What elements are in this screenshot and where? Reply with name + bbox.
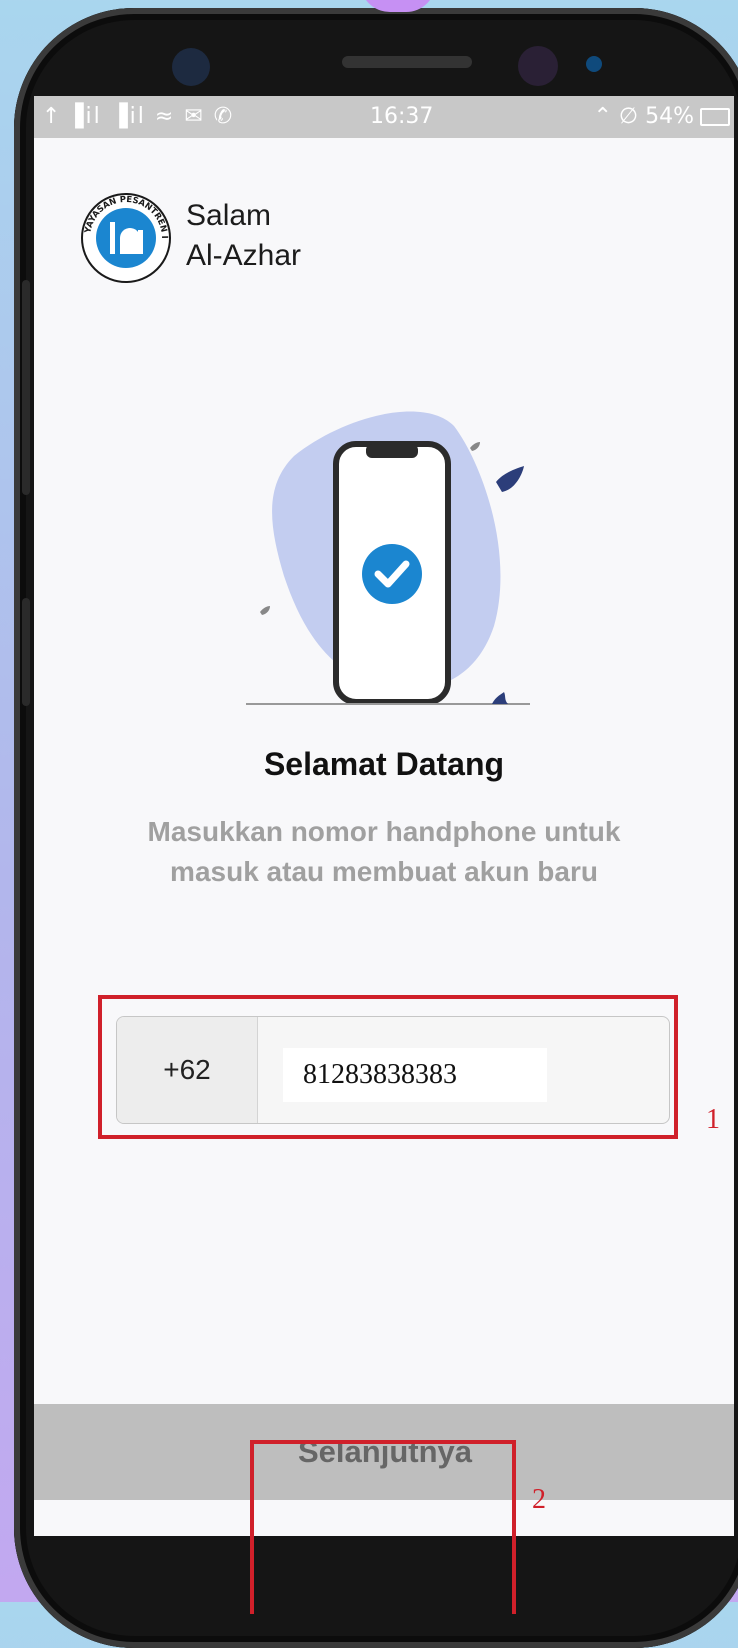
subtitle-line2: masuk atau membuat akun baru xyxy=(170,856,598,887)
status-icons-left: ↑ ▐il ▐il ≈ ✉ ✆ xyxy=(42,104,235,129)
subtitle-line1: Masukkan nomor handphone untuk xyxy=(147,816,621,847)
front-camera-left xyxy=(172,48,210,86)
welcome-subtitle: Masukkan nomor handphone untuk masuk ata… xyxy=(114,812,654,892)
status-icons-misc: ⌃ ∅ xyxy=(593,104,639,129)
app-name-line1: Salam xyxy=(186,199,272,232)
annotation-box-2 xyxy=(250,1440,516,1614)
bixby-button xyxy=(22,598,30,706)
annotation-box-1 xyxy=(98,995,678,1139)
al-azhar-logo: YAYASAN PESANTREN ISLAM AL AZHAR xyxy=(80,192,171,283)
annotation-label-2: 2 xyxy=(532,1484,546,1515)
volume-button xyxy=(22,280,30,495)
status-bar: ↑ ▐il ▐il ≈ ✉ ✆ 16:37 ⌃ ∅ 54% xyxy=(34,96,734,138)
battery-icon xyxy=(700,108,730,126)
front-camera xyxy=(518,46,558,86)
status-icons-right: ⌃ ∅ 54% xyxy=(594,104,695,129)
annotation-label-1: 1 xyxy=(706,1104,720,1135)
earpiece-speaker xyxy=(342,56,472,68)
battery-percent: 54% xyxy=(645,104,694,129)
welcome-title: Selamat Datang xyxy=(263,746,505,782)
app-name: Salam Al-Azhar xyxy=(186,196,301,276)
sensor xyxy=(586,56,602,72)
app-name-line2: Al-Azhar xyxy=(186,239,302,272)
status-time: 16:37 xyxy=(370,104,434,129)
phone-verified-illustration xyxy=(246,411,530,705)
app-screen: ↑ ▐il ▐il ≈ ✉ ✆ 16:37 ⌃ ∅ 54% YAYASAN PE… xyxy=(34,96,734,1536)
